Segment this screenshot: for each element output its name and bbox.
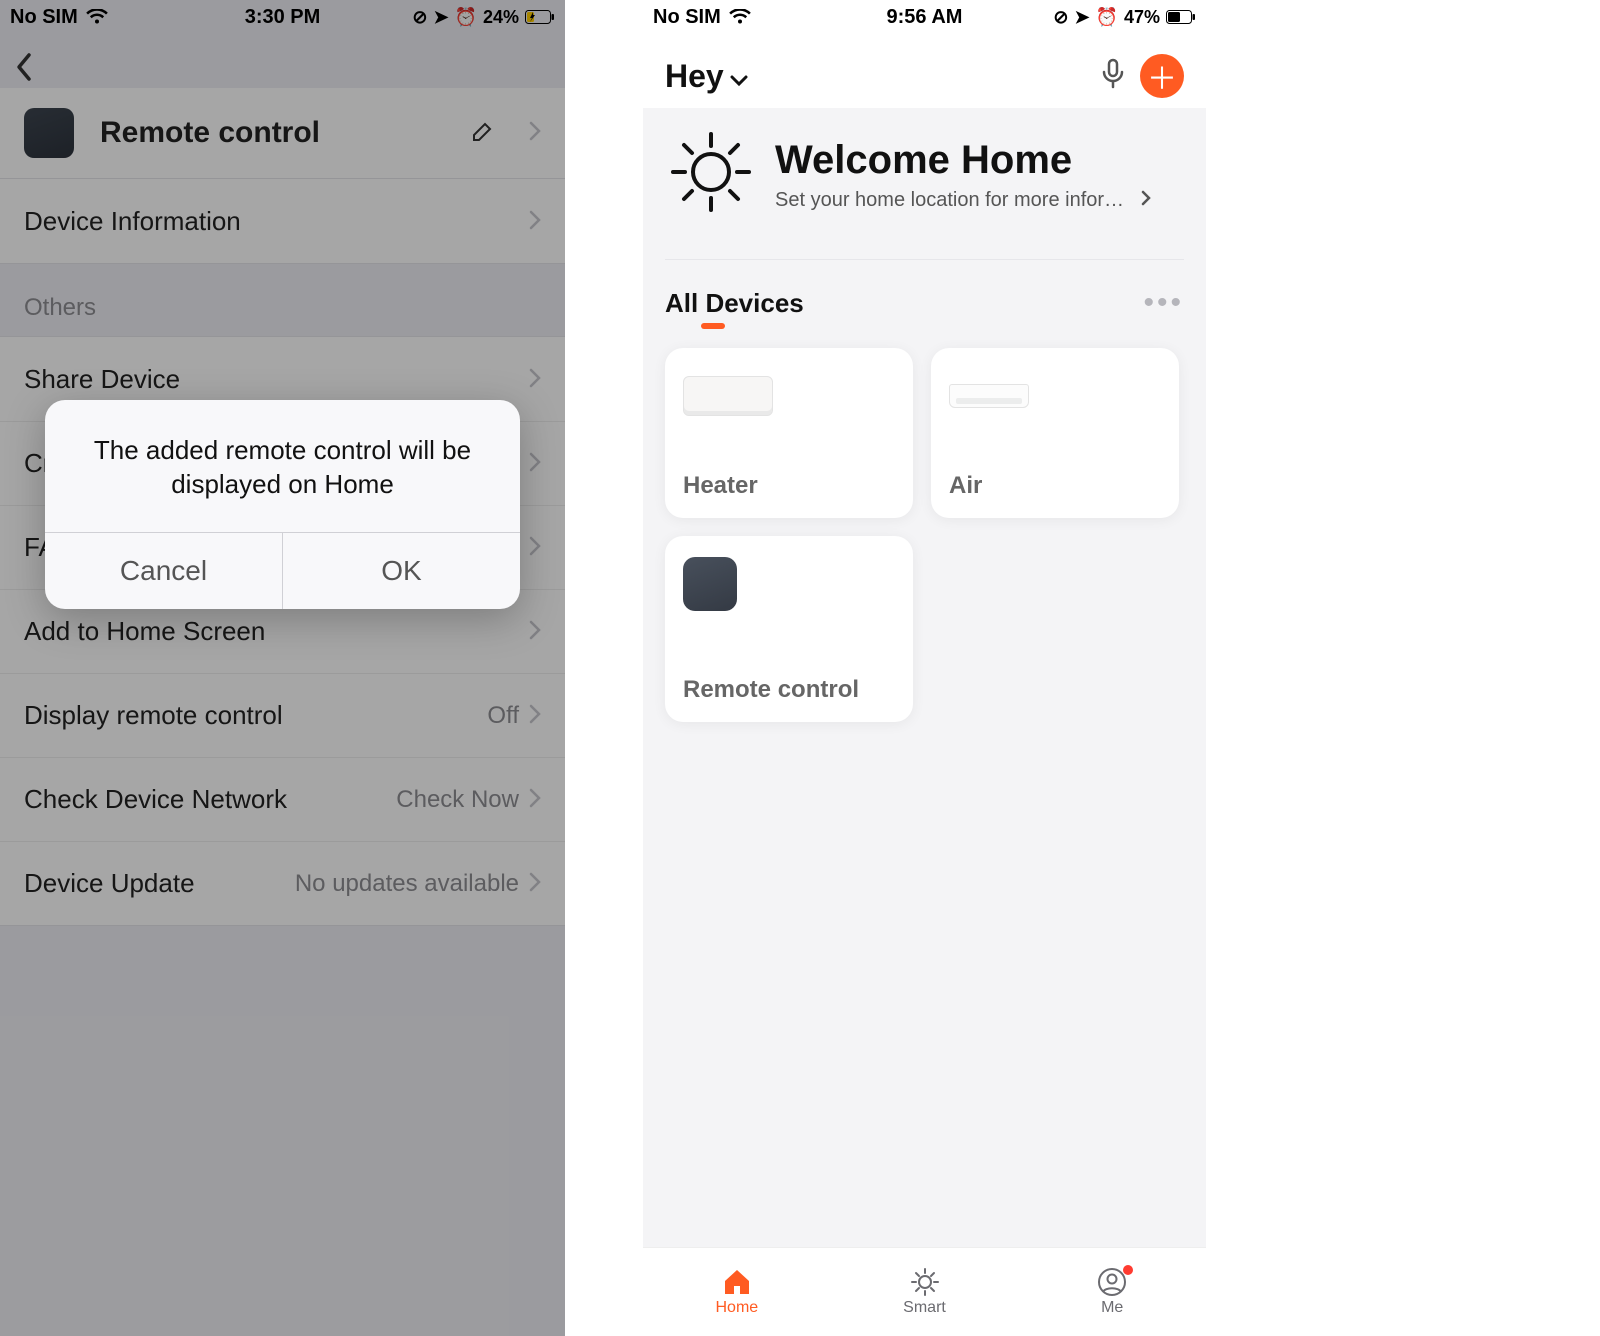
devices-tab-row: All Devices ••• bbox=[643, 260, 1206, 326]
rotation-lock-icon: ⊘ bbox=[1053, 7, 1068, 28]
profile-icon bbox=[1097, 1267, 1127, 1297]
carrier-text: No SIM bbox=[653, 6, 721, 29]
device-card-remote-control[interactable]: Remote control bbox=[665, 536, 913, 722]
microphone-icon[interactable] bbox=[1100, 58, 1126, 95]
clock-text: 9:56 AM bbox=[887, 6, 963, 29]
device-name: Heater bbox=[683, 472, 895, 500]
tab-label-text: All Devices bbox=[665, 288, 804, 318]
home-name: Hey bbox=[665, 58, 724, 95]
cancel-button[interactable]: Cancel bbox=[45, 533, 282, 609]
tab-label: Smart bbox=[903, 1299, 946, 1317]
remote-control-device-icon bbox=[683, 557, 737, 611]
tab-me[interactable]: Me bbox=[1018, 1248, 1206, 1336]
weather-sun-icon bbox=[665, 126, 757, 223]
tab-all-devices[interactable]: All Devices bbox=[665, 288, 804, 319]
home-header: Hey ＋ bbox=[643, 34, 1206, 108]
modal-overlay bbox=[0, 0, 565, 1336]
battery-icon bbox=[1166, 10, 1196, 24]
ok-button[interactable]: OK bbox=[282, 533, 520, 609]
tab-home[interactable]: Home bbox=[643, 1248, 831, 1336]
device-name: Remote control bbox=[683, 676, 895, 704]
confirm-dialog: The added remote control will be display… bbox=[45, 400, 520, 609]
more-icon[interactable]: ••• bbox=[1143, 286, 1184, 320]
welcome-block: Welcome Home Set your home location for … bbox=[643, 108, 1206, 233]
home-screen: No SIM 9:56 AM ⊘ ➤ ⏰ 47% Hey ＋ bbox=[643, 0, 1206, 1336]
whitespace bbox=[1206, 0, 1600, 1336]
device-card-heater[interactable]: Heater bbox=[665, 348, 913, 518]
welcome-title: Welcome Home bbox=[775, 138, 1151, 183]
set-location-row[interactable]: Set your home location for more informa… bbox=[775, 189, 1151, 212]
notification-badge bbox=[1123, 1265, 1133, 1275]
location-icon: ➤ bbox=[1074, 7, 1089, 28]
tab-label: Home bbox=[715, 1299, 758, 1317]
status-bar-right: No SIM 9:56 AM ⊘ ➤ ⏰ 47% bbox=[643, 0, 1206, 34]
smart-sun-icon bbox=[910, 1267, 940, 1297]
plus-icon: ＋ bbox=[1147, 54, 1177, 98]
home-dropdown[interactable]: Hey bbox=[665, 58, 748, 95]
heater-device-icon bbox=[683, 376, 773, 416]
tab-indicator bbox=[701, 323, 725, 329]
chevron-down-icon bbox=[730, 58, 748, 95]
wifi-icon bbox=[729, 9, 751, 25]
home-icon bbox=[722, 1267, 752, 1297]
dialog-message: The added remote control will be display… bbox=[45, 400, 520, 532]
device-card-air[interactable]: Air bbox=[931, 348, 1179, 518]
device-name: Air bbox=[949, 472, 1161, 500]
device-grid: Heater Air Remote control bbox=[643, 326, 1206, 744]
tab-label: Me bbox=[1101, 1299, 1123, 1317]
tab-smart[interactable]: Smart bbox=[831, 1248, 1019, 1336]
add-device-button[interactable]: ＋ bbox=[1140, 54, 1184, 98]
battery-percent: 47% bbox=[1124, 7, 1160, 28]
welcome-subtitle: Set your home location for more informa… bbox=[775, 189, 1135, 212]
settings-screen: No SIM 3:30 PM ⊘ ➤ ⏰ 24% Remote control bbox=[0, 0, 565, 1336]
bottom-tab-bar: Home Smart Me bbox=[643, 1248, 1206, 1336]
alarm-icon: ⏰ bbox=[1096, 7, 1118, 28]
chevron-right-icon bbox=[1141, 189, 1151, 212]
air-conditioner-icon bbox=[949, 384, 1029, 408]
